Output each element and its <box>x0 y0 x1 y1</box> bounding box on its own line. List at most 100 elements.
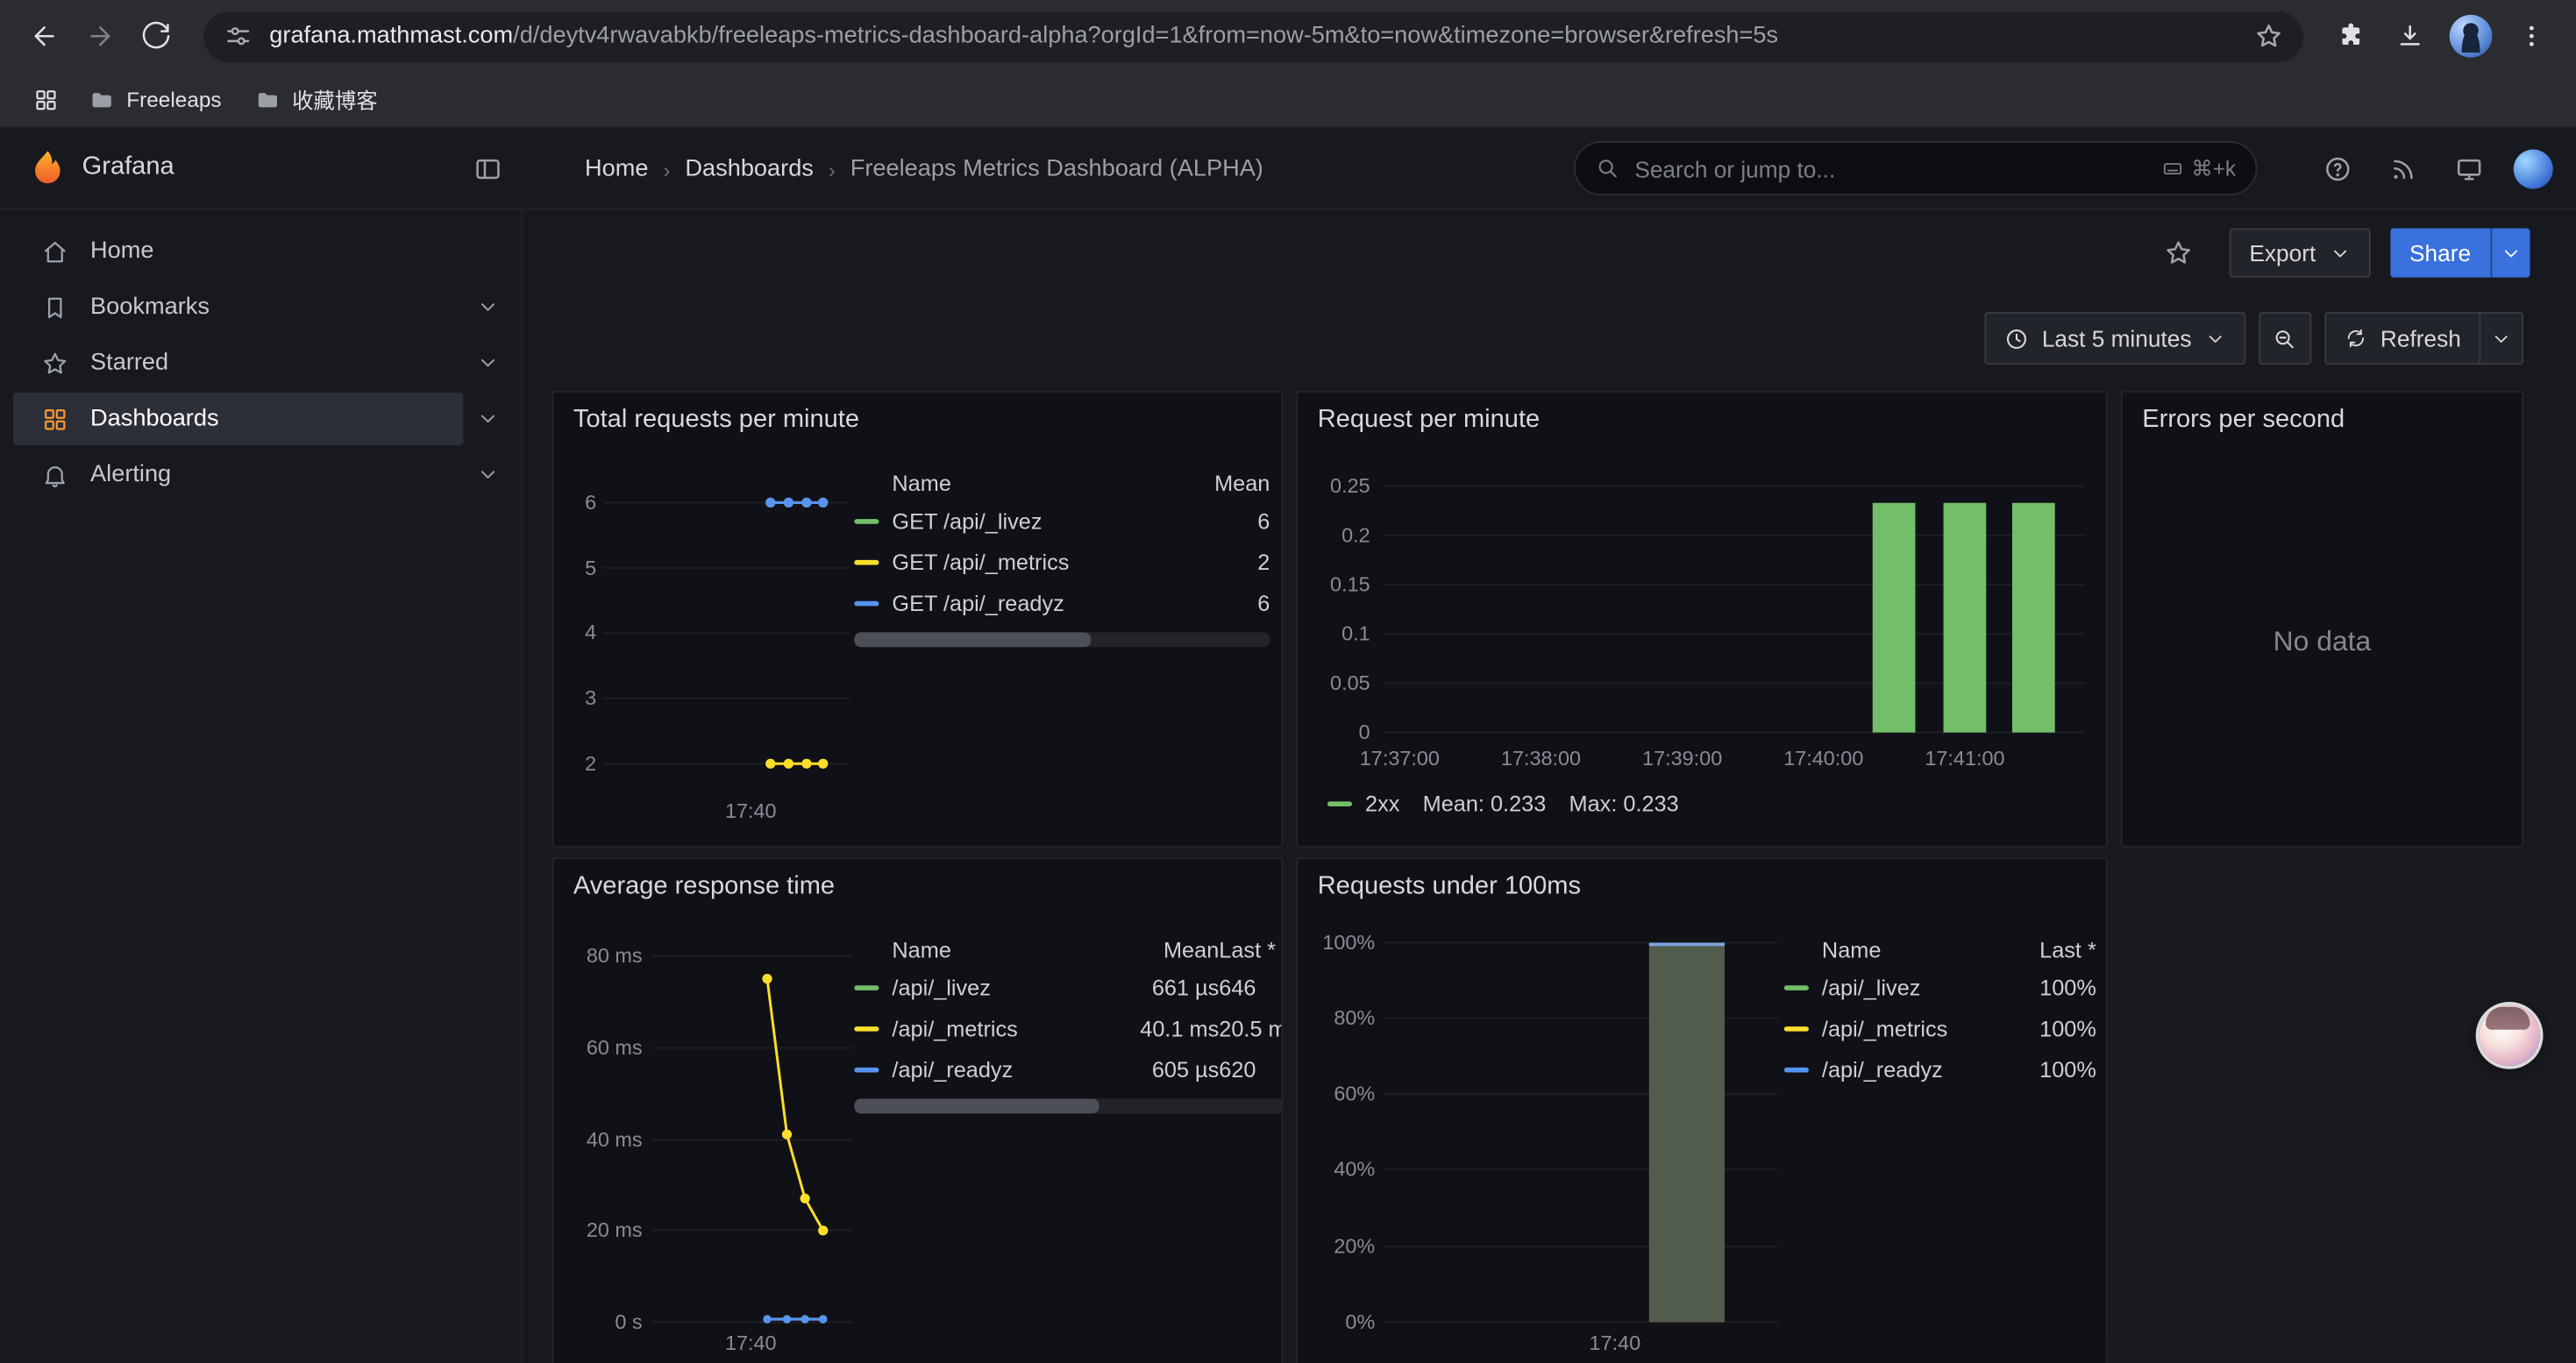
refresh-interval-chevron[interactable] <box>2479 314 2522 363</box>
series-color-swatch <box>1784 1026 1809 1032</box>
bell-icon <box>41 461 69 489</box>
legend-row[interactable]: /api/_livez100% <box>1784 968 2096 1009</box>
browser-profile-avatar[interactable] <box>2450 15 2493 58</box>
y-axis-tick: 0 s <box>615 1309 642 1335</box>
news-rss-icon[interactable] <box>2375 141 2431 197</box>
scrollbar-thumb[interactable] <box>854 632 1091 647</box>
y-axis-tick: 5 <box>585 555 596 581</box>
share-button[interactable]: Share <box>2390 228 2491 277</box>
series-name: /api/_metrics <box>892 1017 1114 1041</box>
bookmark-folder-freeleaps[interactable]: Freeleaps <box>75 80 234 119</box>
sidebar-item-label: Starred <box>90 350 168 376</box>
series-color-swatch <box>854 601 879 607</box>
user-avatar[interactable] <box>2514 150 2553 189</box>
time-range-picker[interactable]: Last 5 minutes <box>1984 312 2245 365</box>
legend[interactable]: 2xx Mean: 0.233 Max: 0.233 <box>1327 792 1679 816</box>
legend-row[interactable]: /api/_readyz605 µs620 <box>854 1049 1283 1090</box>
bookmark-folder-blogs[interactable]: 收藏博客 <box>241 77 391 122</box>
y-axis-tick: 20 ms <box>587 1217 643 1243</box>
legend-row[interactable]: /api/_metrics100% <box>1784 1008 2096 1049</box>
extensions-icon[interactable] <box>2323 8 2379 64</box>
zoom-out-button[interactable] <box>2259 312 2311 365</box>
legend-row[interactable]: GET /api/_readyz6 <box>854 583 1270 624</box>
y-axis-tick: 80% <box>1334 1005 1375 1032</box>
bookmark-star-icon[interactable] <box>2254 21 2284 51</box>
browser-forward-button[interactable] <box>72 8 128 64</box>
url-bar[interactable]: grafana.mathmast.com/d/deytv4rwavabkb/fr… <box>203 11 2303 61</box>
y-axis-tick: 40 ms <box>587 1126 643 1153</box>
legend-row[interactable]: GET /api/_metrics2 <box>854 542 1270 583</box>
share-menu-chevron[interactable] <box>2491 228 2530 277</box>
export-button[interactable]: Export <box>2230 228 2370 277</box>
legend-row[interactable]: /api/_readyz100% <box>1784 1049 2096 1090</box>
series-color-swatch <box>1784 1068 1809 1073</box>
search-box[interactable]: ⌘+k <box>1574 141 2257 195</box>
favorite-star-icon[interactable] <box>2164 238 2194 268</box>
sidebar-item-alerting[interactable]: Alerting <box>0 447 521 503</box>
bookmark-icon <box>41 293 69 321</box>
x-axis-tick: 17:40 <box>1566 1332 1664 1355</box>
no-data-message: No data <box>2123 626 2522 658</box>
folder-icon <box>89 86 115 112</box>
clock-icon <box>2004 326 2029 351</box>
breadcrumb-current: Freeleaps Metrics Dashboard (ALPHA) <box>850 156 1263 182</box>
y-axis-tick: 0 <box>1359 720 1370 746</box>
series-value: 646 <box>1219 976 1283 1000</box>
y-axis-tick: 100% <box>1322 930 1375 956</box>
breadcrumb-separator: › <box>649 157 686 181</box>
panel-requests-per-minute[interactable]: Request per minute 0.250.20.150.10.050 1… <box>1296 391 2108 848</box>
apps-grid-icon[interactable] <box>23 76 68 122</box>
y-axis: 80 ms60 ms40 ms20 ms0 s <box>553 859 642 1363</box>
series-name: 2xx <box>1365 792 1399 816</box>
sidebar-item-dashboards[interactable]: Dashboards <box>0 391 521 447</box>
chevron-down-icon[interactable] <box>476 295 499 318</box>
refresh-icon <box>2345 327 2367 350</box>
sidebar-item-bookmarks[interactable]: Bookmarks <box>0 280 521 336</box>
breadcrumb-home[interactable]: Home <box>585 156 648 182</box>
scrollbar-thumb[interactable] <box>854 1099 1099 1114</box>
tv-mode-icon[interactable] <box>2441 141 2497 197</box>
refresh-button[interactable]: Refresh <box>2326 314 2479 363</box>
chevron-down-icon <box>2329 242 2350 263</box>
browser-menu-icon[interactable] <box>2504 8 2560 64</box>
browser-reload-button[interactable] <box>128 8 184 64</box>
sidebar-item-label: Dashboards <box>90 406 218 432</box>
panel-total-requests[interactable]: Total requests per minute 65432 17:40 Na… <box>552 391 1284 848</box>
legend-table: NameLast */api/_livez100%/api/_metrics10… <box>1784 931 2096 1090</box>
series-value: 6 <box>1178 509 1270 534</box>
panel-title[interactable]: Total requests per minute <box>573 406 859 436</box>
help-icon[interactable] <box>2309 141 2366 197</box>
panel-requests-under-100ms[interactable]: Requests under 100ms 100%80%60%40%20%0% … <box>1296 857 2108 1363</box>
chevron-down-icon[interactable] <box>476 463 499 486</box>
assistant-avatar[interactable] <box>2479 1005 2539 1066</box>
x-axis-tick: 17:37:00 <box>1334 748 1465 770</box>
chevron-down-icon[interactable] <box>476 351 499 374</box>
dashboards-grid-icon <box>41 405 69 433</box>
breadcrumb-dashboards[interactable]: Dashboards <box>685 156 813 182</box>
legend-row[interactable]: /api/_metrics40.1 ms20.5 m <box>854 1008 1283 1049</box>
legend-scrollbar[interactable] <box>854 632 1270 647</box>
y-axis-tick: 6 <box>585 489 596 515</box>
browser-toolbar: grafana.mathmast.com/d/deytv4rwavabkb/fr… <box>0 0 2576 72</box>
legend-row[interactable]: GET /api/_livez6 <box>854 500 1270 542</box>
downloads-icon[interactable] <box>2382 8 2438 64</box>
search-input[interactable] <box>1634 155 2161 181</box>
sidebar-toggle-icon[interactable] <box>473 154 503 184</box>
series-color-swatch <box>1784 985 1809 990</box>
sidebar-item-starred[interactable]: Starred <box>0 335 521 391</box>
series-value: 40.1 ms <box>1114 1017 1219 1041</box>
series-color-swatch <box>854 1026 879 1032</box>
grafana-logo[interactable] <box>26 148 69 191</box>
browser-back-button[interactable] <box>17 8 73 64</box>
legend-row[interactable]: /api/_livez661 µs646 <box>854 968 1283 1009</box>
legend-scrollbar[interactable] <box>854 1099 1283 1114</box>
url-path: /d/deytv4rwavabkb/freeleaps-metrics-dash… <box>513 23 1778 49</box>
chevron-down-icon[interactable] <box>476 408 499 430</box>
panel-title[interactable]: Errors per second <box>2142 406 2345 436</box>
sidebar-item-home[interactable]: Home <box>0 224 521 280</box>
site-controls-icon[interactable] <box>224 21 253 51</box>
y-axis-tick: 60% <box>1334 1081 1375 1107</box>
panel-average-response-time[interactable]: Average response time 80 ms60 ms40 ms20 … <box>552 857 1284 1363</box>
folder-icon <box>254 86 281 112</box>
panel-errors-per-second[interactable]: Errors per second No data <box>2121 391 2523 848</box>
